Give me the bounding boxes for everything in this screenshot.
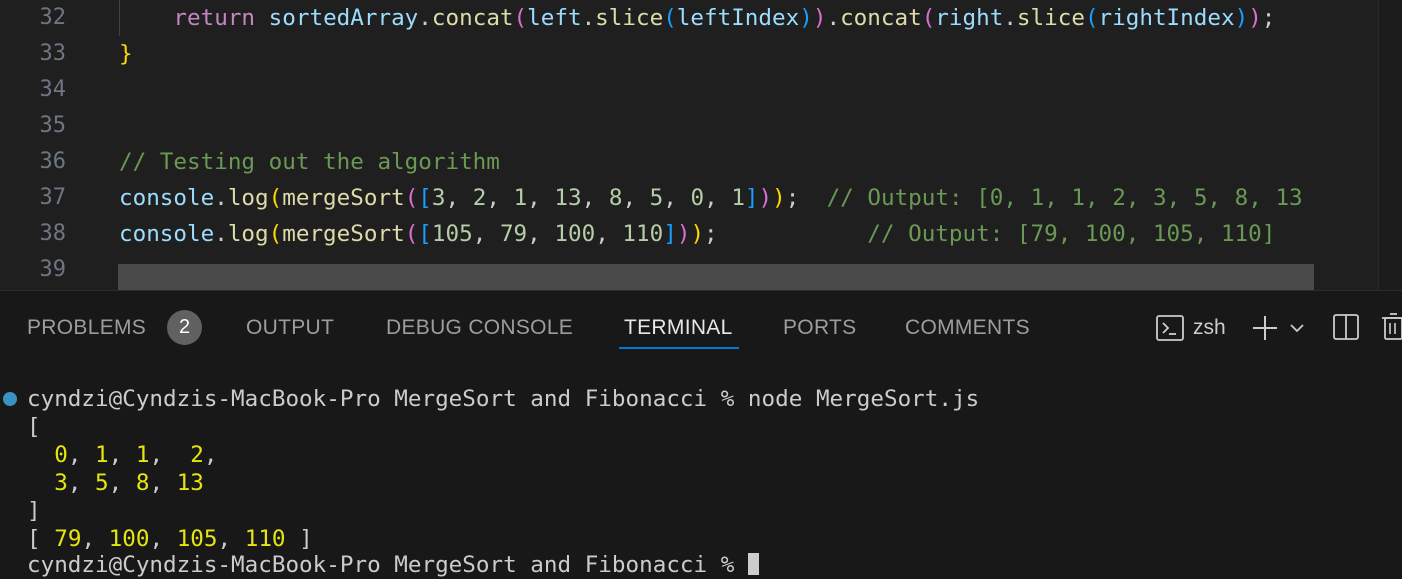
line-number: 37 [39,185,67,210]
output-number: 1 [135,442,150,468]
horizontal-scrollbar[interactable] [118,264,1314,290]
line-number: 38 [39,221,67,246]
code-line-32[interactable]: return sortedArray.concat(left.slice(lef… [119,0,1275,36]
tab-problems[interactable]: PROBLEMS [27,313,146,343]
bottom-panel: PROBLEMS 2 OUTPUT DEBUG CONSOLE TERMINAL… [0,290,1402,578]
plus-icon[interactable] [1250,313,1280,343]
terminal-prompt-line[interactable]: cyndzi@Cyndzis-MacBook-Pro MergeSort and… [27,551,759,579]
identifier: leftIndex [676,5,800,31]
number-literal: 5 [649,185,664,211]
chevron-down-icon[interactable] [1288,319,1306,337]
trash-icon[interactable] [1380,312,1402,342]
identifier: right [935,5,1004,31]
line-number: 35 [39,113,67,138]
terminal-output: 3, 5, 8, 13 [54,470,204,496]
command-status-dot[interactable] [3,392,17,406]
number-literal: 13 [554,185,582,211]
number-literal: 110 [622,221,664,247]
function-name: mergeSort [282,221,405,247]
number-literal: 100 [554,221,596,247]
number-literal: 1 [513,185,528,211]
number-literal: 3 [431,185,446,211]
function-name: mergeSort [282,185,405,211]
output-number: 79 [54,526,82,552]
output-number: 105 [176,526,218,552]
line-number: 33 [39,41,67,66]
method-name: slice [595,5,664,31]
identifier: rightIndex [1098,5,1235,31]
terminal-output: [ 79, 100, 105, 110 ] [27,526,313,552]
terminal-output: [ [27,414,41,440]
number-literal: 1 [731,185,745,211]
terminal-output: ] [27,498,41,524]
tab-comments[interactable]: COMMENTS [905,313,1030,343]
identifier: console [119,185,215,211]
terminal-cursor [747,553,759,575]
code-comment: // Output: [79, 100, 105, 110] [867,221,1276,247]
keyword-return: return [173,5,256,31]
code-editor[interactable]: 32 33 34 35 36 37 38 39 return sortedArr… [0,0,1402,290]
output-number: 110 [244,526,286,552]
shell-name[interactable]: zsh [1193,313,1226,343]
tab-terminal[interactable]: TERMINAL [624,313,733,343]
code-line-37[interactable]: console.log(mergeSort([3, 2, 1, 13, 8, 5… [119,180,1303,216]
terminal-output: 0, 1, 1, 2, [54,442,218,468]
method-name: log [227,221,269,247]
method-name: concat [431,5,514,31]
output-number: 0 [54,442,68,468]
active-tab-indicator [619,347,739,349]
line-number: 39 [39,257,67,282]
output-number: 5 [95,470,109,496]
problems-count-badge: 2 [167,310,202,345]
method-name: log [227,185,269,211]
method-name: concat [840,5,922,31]
output-number: 13 [176,470,204,496]
split-terminal-icon[interactable] [1331,312,1361,342]
code-line-33[interactable]: } [119,36,133,72]
line-number: 34 [39,77,67,102]
tab-debug-console[interactable]: DEBUG CONSOLE [386,313,573,343]
identifier: console [119,221,215,247]
number-literal: 2 [472,185,487,211]
output-number: 8 [135,470,150,496]
tab-ports[interactable]: PORTS [783,313,856,343]
number-literal: 105 [431,221,473,247]
terminal-prompt: cyndzi@Cyndzis-MacBook-Pro MergeSort and… [27,386,980,412]
identifier: sortedArray [268,5,419,31]
output-number: 2 [190,442,204,468]
minimap[interactable] [1379,0,1402,290]
output-number: 3 [54,470,68,496]
method-name: slice [1016,5,1085,31]
line-number: 36 [39,149,67,174]
line-number: 32 [39,5,67,30]
number-literal: 8 [608,185,623,211]
output-number: 100 [108,526,150,552]
output-number: 1 [95,442,109,468]
terminal-prompt: cyndzi@Cyndzis-MacBook-Pro MergeSort and… [27,552,748,578]
number-literal: 0 [690,185,705,211]
code-comment[interactable]: // Testing out the algorithm [119,144,500,180]
code-line-38[interactable]: console.log(mergeSort([105, 79, 100, 110… [119,216,1275,252]
terminal-prompt-icon[interactable] [1155,313,1185,343]
code-comment: // Output: [0, 1, 1, 2, 3, 5, 8, 13 [826,185,1303,211]
number-literal: 79 [499,221,528,247]
identifier: left [527,5,582,31]
tab-output[interactable]: OUTPUT [246,313,334,343]
